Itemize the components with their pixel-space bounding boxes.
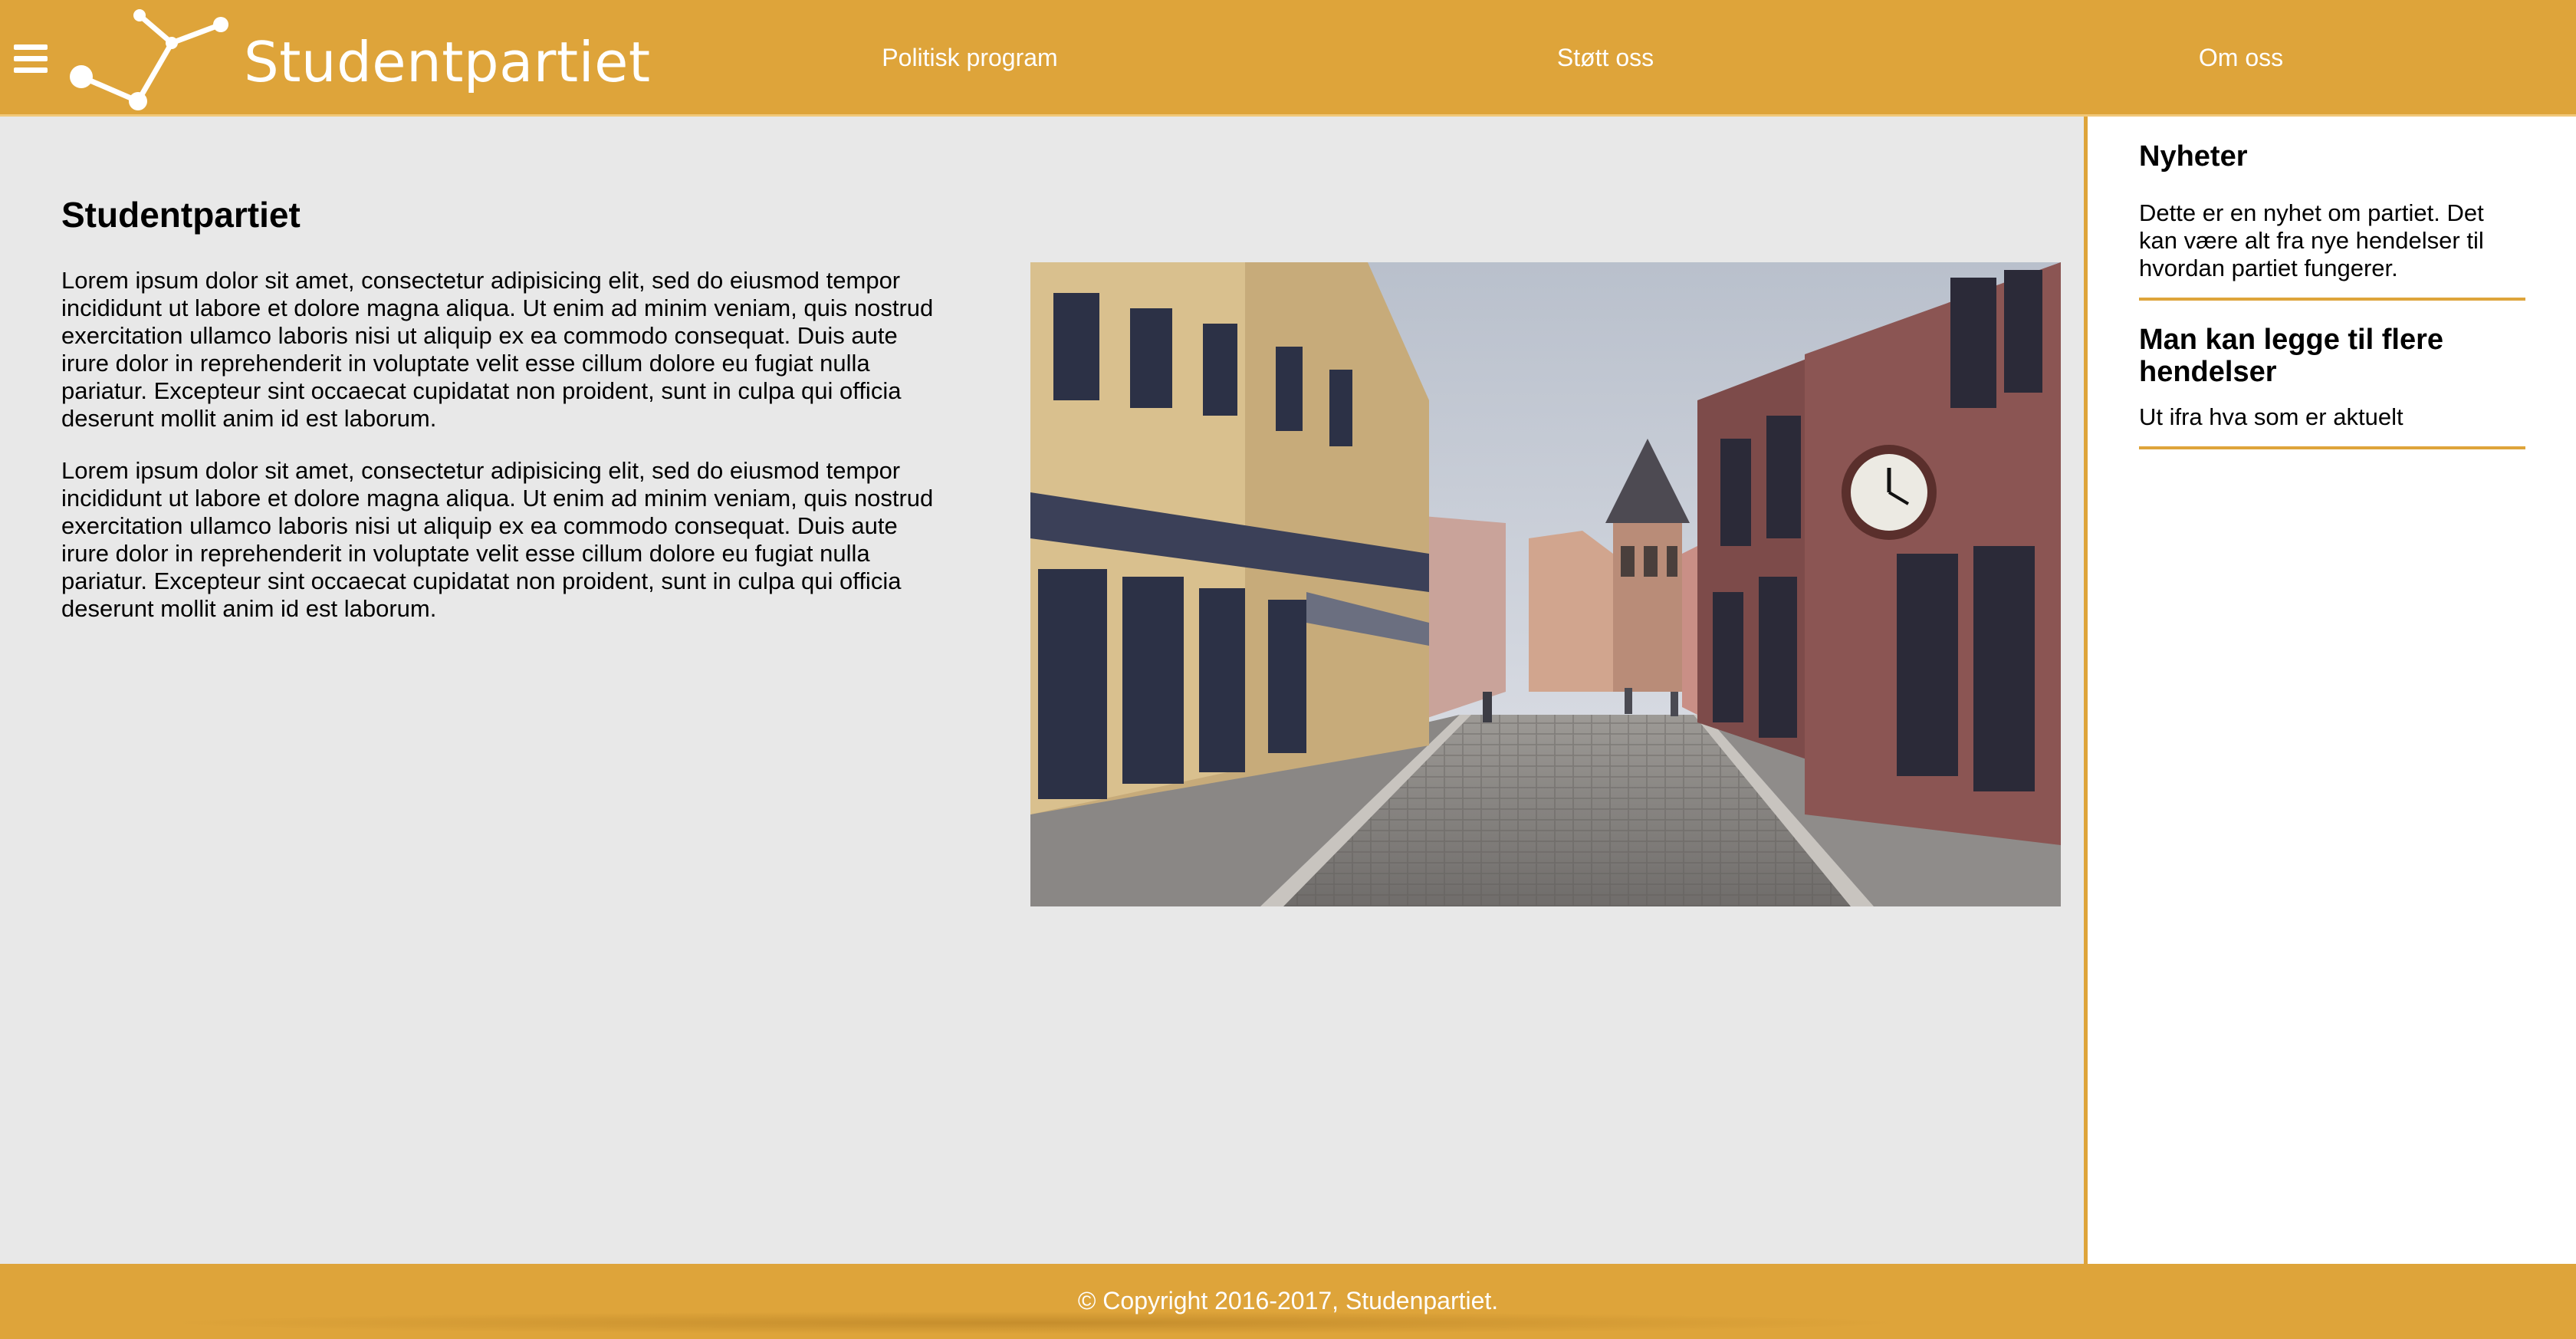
news-item-text: Ut ifra hva som er aktuelt xyxy=(2139,403,2404,430)
article-paragraph: Lorem ipsum dolor sit amet, consectetur … xyxy=(61,267,934,432)
brand-name[interactable]: Studentpartiet xyxy=(244,28,651,97)
news-divider xyxy=(2139,298,2525,301)
news-item-text: Dette er en nyhet om partiet. Det kan væ… xyxy=(2139,199,2484,281)
news-item: Dette er en nyhet om partiet. Det kan væ… xyxy=(2139,199,2525,301)
news-sidebar: Nyheter Dette er en nyhet om partiet. De… xyxy=(2084,117,2576,1264)
news-item-title: Man kan legge til flere hendelser xyxy=(2139,324,2443,388)
article-paragraph: Lorem ipsum dolor sit amet, consectetur … xyxy=(61,457,934,622)
street-photo xyxy=(1030,262,2061,906)
nav-stott-oss[interactable]: Støtt oss xyxy=(1557,42,1654,73)
page-title: Studentpartiet xyxy=(61,195,301,235)
copyright-text: © Copyright 2016-2017, Studenpartiet. xyxy=(1077,1287,1499,1314)
nav-politisk-program[interactable]: Politisk program xyxy=(882,42,1057,73)
main-content: Studentpartiet Lorem ipsum dolor sit ame… xyxy=(0,117,2084,1264)
top-navigation-bar: Studentpartiet Politisk program Støtt os… xyxy=(0,0,2576,117)
hamburger-menu-icon[interactable] xyxy=(14,44,48,74)
news-divider xyxy=(2139,446,2525,449)
article-text: Lorem ipsum dolor sit amet, consectetur … xyxy=(61,267,935,647)
nav-om-oss[interactable]: Om oss xyxy=(2199,42,2283,73)
footer: © Copyright 2016-2017, Studenpartiet. xyxy=(0,1264,2576,1339)
constellation-logo-icon[interactable] xyxy=(63,3,232,117)
news-item: Man kan legge til flere hendelser Ut ifr… xyxy=(2139,324,2525,449)
news-heading: Nyheter xyxy=(2139,140,2248,173)
